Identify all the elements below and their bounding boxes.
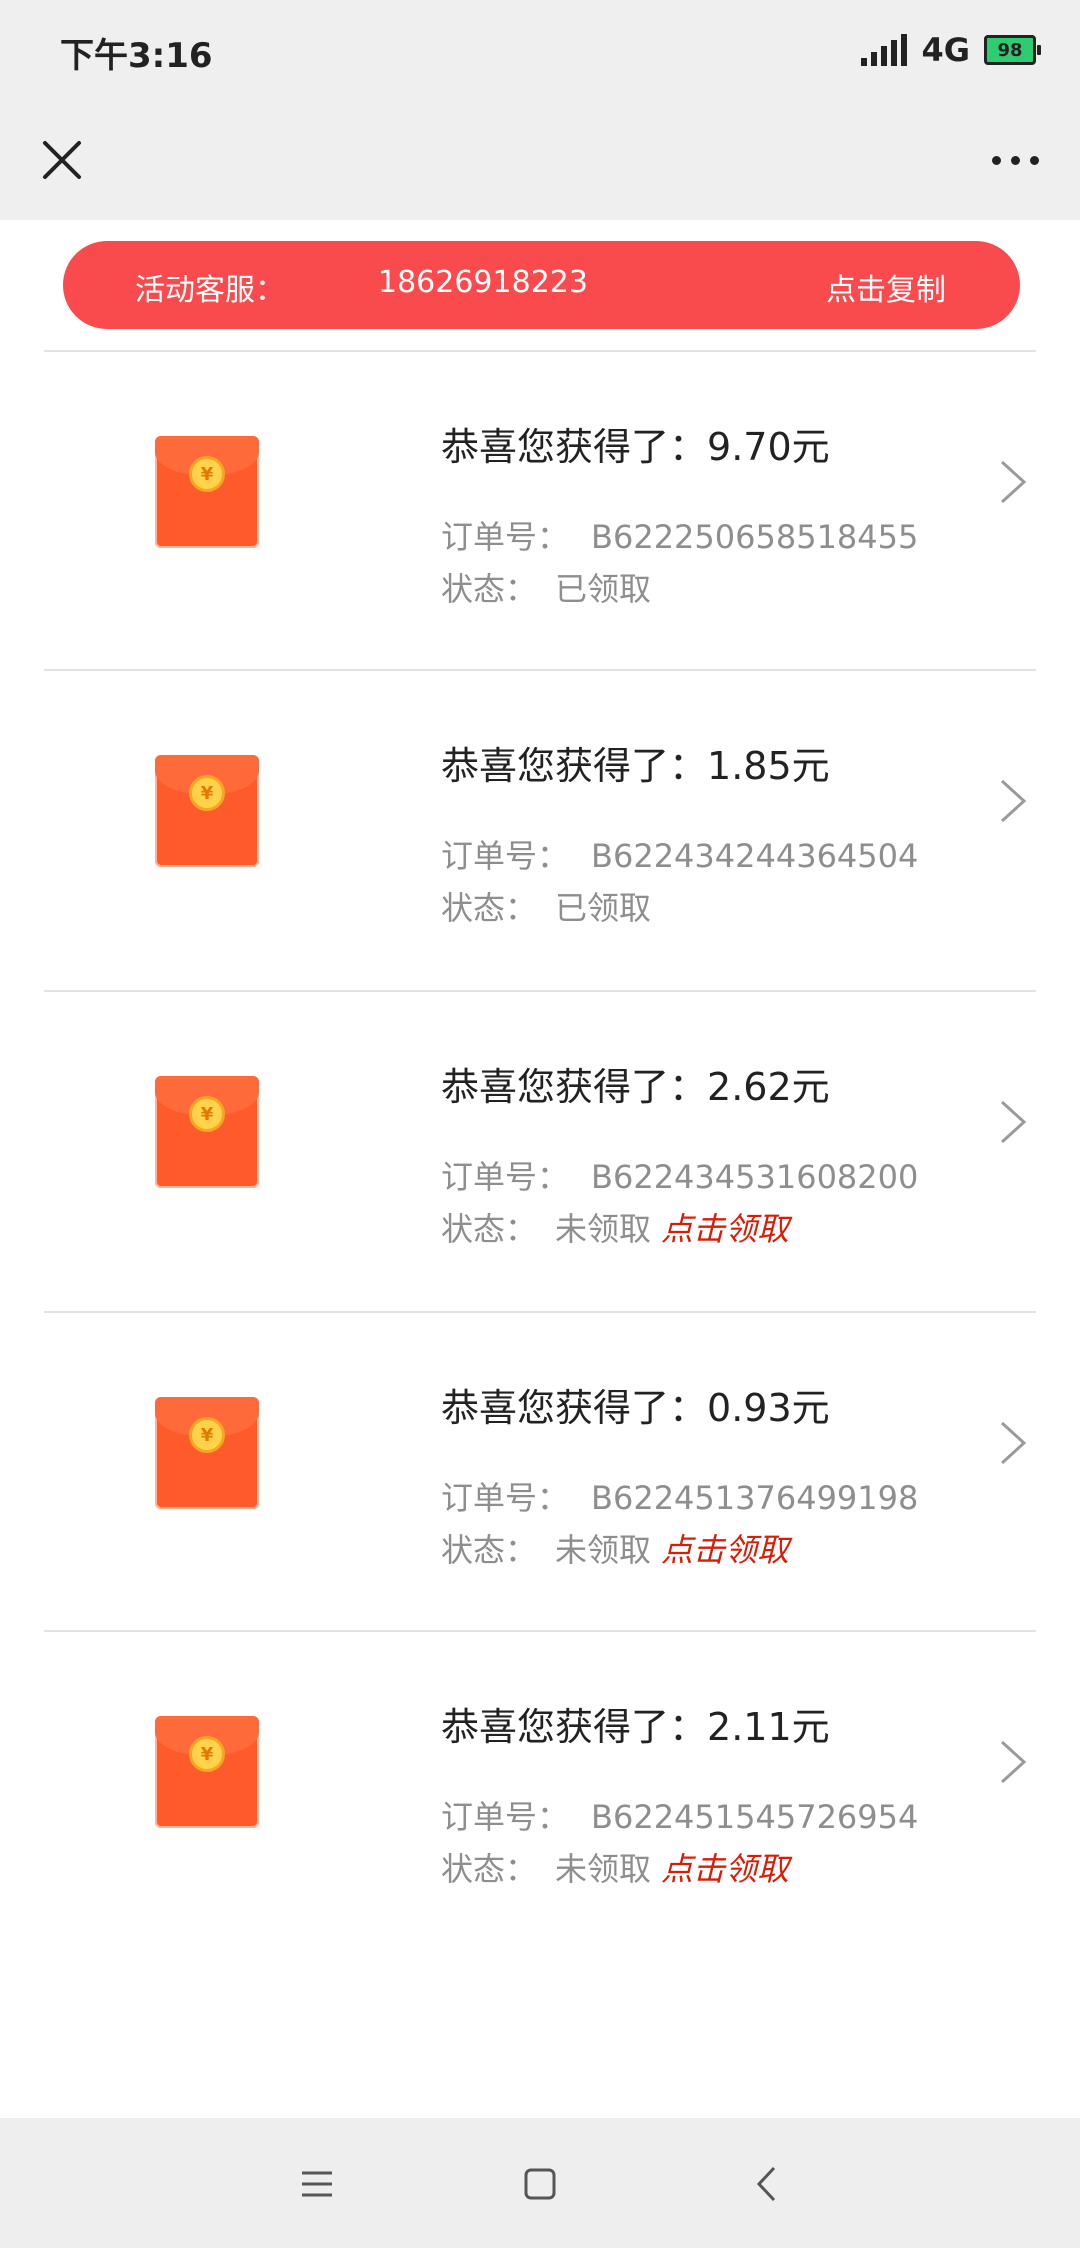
- order-number: B622250658518455: [591, 518, 919, 556]
- home-button[interactable]: [510, 2154, 570, 2214]
- chevron-right-icon: [1000, 1740, 1027, 1784]
- item-amount: 0.93元: [707, 1386, 830, 1430]
- item-order: 订单号： B622434244364504: [441, 837, 919, 875]
- red-envelope-icon: ¥: [155, 1716, 259, 1828]
- order-number: B622451545726954: [591, 1798, 919, 1836]
- red-envelope-icon: ¥: [155, 1397, 259, 1509]
- status-value: 未领取: [555, 1531, 652, 1569]
- red-envelope-icon: ¥: [155, 436, 259, 548]
- red-envelope-icon: ¥: [155, 1076, 259, 1188]
- list-item[interactable]: ¥ 恭喜您获得了：2.62元 订单号： B622434531608200 状态：未…: [0, 992, 1080, 1310]
- close-icon: [43, 141, 81, 179]
- item-order: 订单号： B622250658518455: [441, 518, 919, 556]
- status-value: 未领取: [555, 1210, 652, 1248]
- order-number: B622434531608200: [591, 1158, 919, 1196]
- item-status: 状态： 未领取 点击领取: [441, 1850, 790, 1888]
- chevron-right-icon: [1000, 460, 1027, 504]
- more-dot-icon: [1029, 155, 1039, 165]
- claim-link[interactable]: 点击领取: [661, 1210, 789, 1248]
- chevron-right-icon: [1000, 1100, 1027, 1144]
- item-amount: 2.11元: [707, 1705, 830, 1749]
- back-icon: [756, 2166, 776, 2202]
- menu-icon: [302, 2171, 332, 2197]
- battery-icon: 98: [984, 35, 1041, 65]
- nav-bar: [0, 100, 1080, 220]
- home-icon: [524, 2168, 556, 2200]
- item-status: 状态： 未领取 点击领取: [441, 1210, 790, 1248]
- item-amount: 9.70元: [707, 425, 830, 469]
- status-value: 已领取: [555, 570, 652, 608]
- status-value: 未领取: [555, 1850, 652, 1888]
- more-button[interactable]: [980, 128, 1050, 192]
- system-nav-bar: [0, 2118, 1080, 2248]
- network-type: 4G: [921, 31, 970, 69]
- order-number: B622451376499198: [591, 1479, 919, 1517]
- status-bar: 下午3:16 4G 98: [0, 0, 1080, 100]
- chevron-right-icon: [1000, 779, 1027, 823]
- close-button[interactable]: [30, 128, 94, 192]
- item-title: 恭喜您获得了：2.11元: [441, 1705, 830, 1749]
- copy-button[interactable]: 点击复制: [826, 265, 946, 309]
- claim-link[interactable]: 点击领取: [661, 1850, 789, 1888]
- item-status: 状态： 未领取 点击领取: [441, 1531, 790, 1569]
- item-order: 订单号： B622451545726954: [441, 1798, 919, 1836]
- chevron-right-icon: [1000, 1421, 1027, 1465]
- item-amount: 2.62元: [707, 1065, 830, 1109]
- item-status: 状态： 已领取: [441, 889, 652, 927]
- red-envelope-icon: ¥: [155, 755, 259, 867]
- status-indicators: 4G 98: [861, 30, 1041, 70]
- list-item[interactable]: ¥ 恭喜您获得了：2.11元 订单号： B622451545726954 状态：未…: [0, 1632, 1080, 1950]
- service-banner: 活动客服： 18626918223 点击复制: [63, 241, 1020, 329]
- claim-link[interactable]: 点击领取: [661, 1531, 789, 1569]
- menu-button[interactable]: [287, 2154, 347, 2214]
- item-title: 恭喜您获得了：9.70元: [441, 425, 830, 469]
- item-title: 恭喜您获得了：0.93元: [441, 1386, 830, 1430]
- more-dot-icon: [1010, 155, 1020, 165]
- list-item[interactable]: ¥ 恭喜您获得了：1.85元 订单号： B622434244364504 状态：已…: [0, 671, 1080, 989]
- list-item[interactable]: ¥ 恭喜您获得了：0.93元 订单号： B622451376499198 状态：未…: [0, 1313, 1080, 1631]
- signal-icon: [861, 34, 908, 66]
- item-status: 状态： 已领取: [441, 570, 652, 608]
- service-phone: 18626918223: [378, 265, 588, 300]
- order-number: B622434244364504: [591, 837, 919, 875]
- status-time: 下午3:16: [60, 36, 213, 76]
- item-order: 订单号： B622434531608200: [441, 1158, 919, 1196]
- item-title: 恭喜您获得了：1.85元: [441, 744, 830, 788]
- item-order: 订单号： B622451376499198: [441, 1479, 919, 1517]
- status-value: 已领取: [555, 889, 652, 927]
- back-button[interactable]: [737, 2154, 797, 2214]
- list-item[interactable]: ¥ 恭喜您获得了：9.70元 订单号： B622250658518455 状态：已…: [0, 352, 1080, 670]
- item-title: 恭喜您获得了：2.62元: [441, 1065, 830, 1109]
- battery-level: 98: [997, 39, 1023, 61]
- item-amount: 1.85元: [707, 744, 830, 788]
- service-label: 活动客服：: [135, 273, 285, 308]
- more-dot-icon: [991, 155, 1001, 165]
